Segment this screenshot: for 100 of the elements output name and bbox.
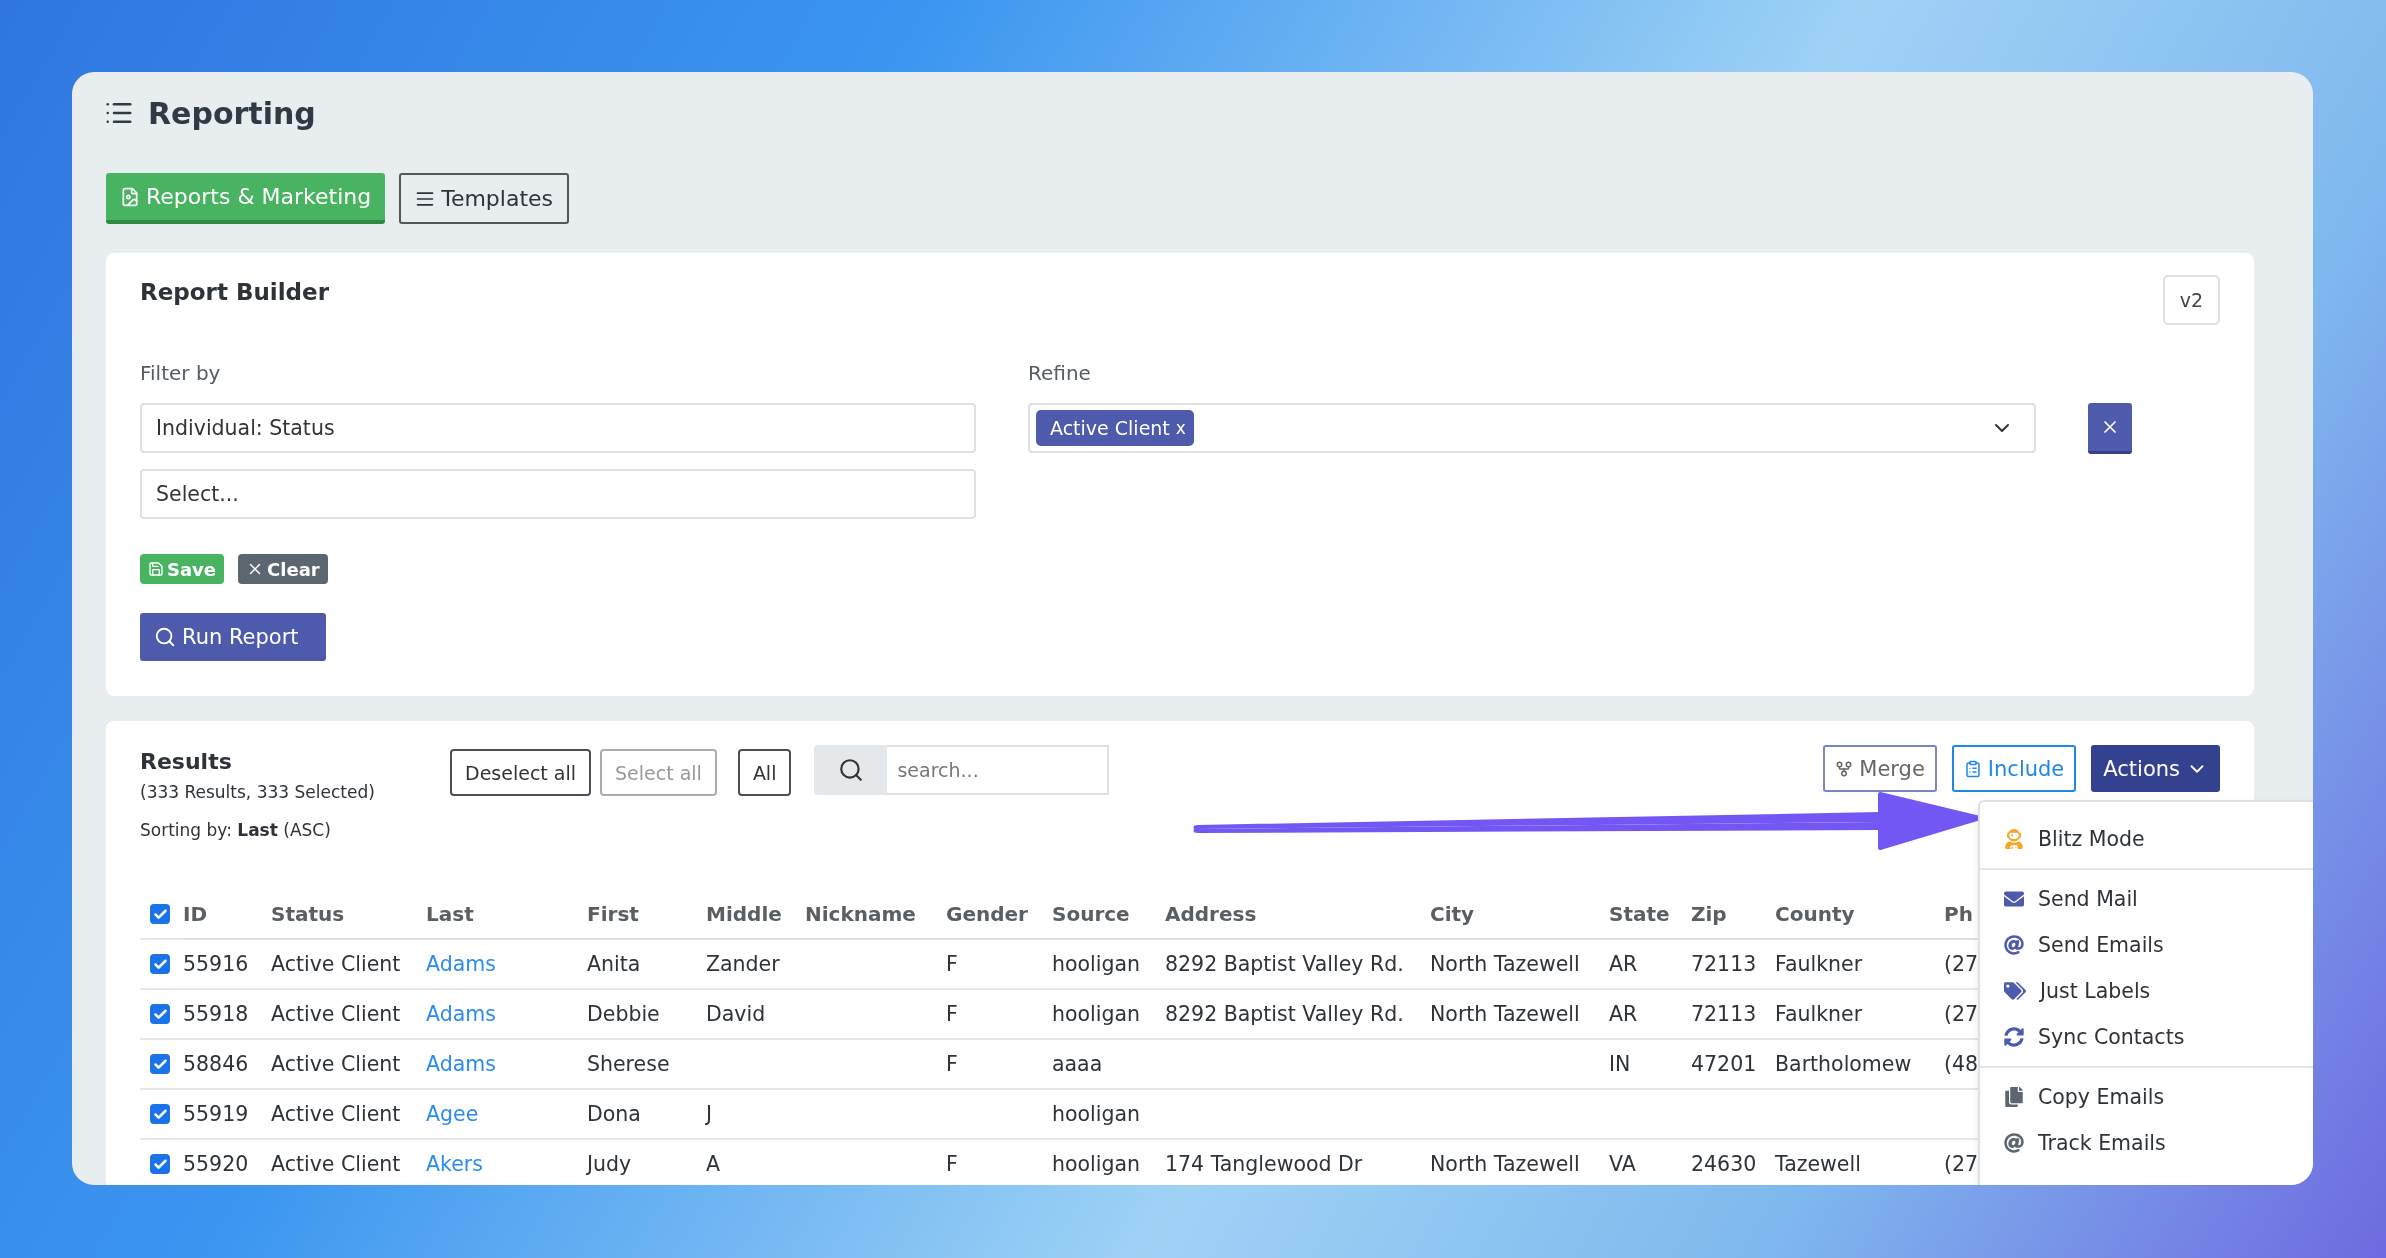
check-icon — [152, 906, 168, 922]
table-cell: Active Client — [271, 1140, 426, 1185]
results-title: Results — [140, 749, 233, 774]
table-cell: F — [946, 990, 1052, 1040]
table-cell: 55920 — [183, 1140, 271, 1185]
table-cell: F — [946, 1040, 1052, 1090]
person-icon — [2004, 829, 2024, 849]
menu-item[interactable]: Blitz Mode — [1980, 816, 2313, 862]
check-icon — [152, 1056, 168, 1072]
column-header[interactable]: Middle — [706, 890, 805, 940]
table-cell: Tazewell — [1775, 1140, 1944, 1185]
menu-item-label: Track Emails — [2038, 1131, 2166, 1155]
column-header[interactable]: First — [587, 890, 706, 940]
table-cell: 174 Tanglewood Dr — [1165, 1140, 1430, 1185]
table-cell: J — [706, 1090, 805, 1140]
name-link[interactable]: Akers — [426, 1140, 587, 1185]
sorting-text: Sorting by: Last (ASC) — [140, 820, 332, 840]
menu-item[interactable]: Send Mail — [1980, 876, 2313, 922]
column-header[interactable]: Source — [1052, 890, 1165, 940]
column-header[interactable]: County — [1775, 890, 1944, 940]
table-cell: IN — [1609, 1040, 1691, 1090]
search-icon — [154, 626, 176, 648]
table-cell: Active Client — [271, 990, 426, 1040]
column-header[interactable]: Last — [426, 890, 587, 940]
table-cell: 8292 Baptist Valley Rd. — [1165, 990, 1430, 1040]
actions-button[interactable]: Actions — [2091, 745, 2220, 792]
table-cell: aaaa — [1052, 1040, 1165, 1090]
table-cell: North Tazewell — [1430, 990, 1609, 1040]
name-link[interactable]: Adams — [426, 940, 587, 990]
tag-remove[interactable]: x — [1175, 418, 1186, 438]
table-cell: VA — [1609, 1140, 1691, 1185]
column-header[interactable]: State — [1609, 890, 1691, 940]
column-header[interactable]: Gender — [946, 890, 1052, 940]
table-cell: David — [706, 990, 805, 1040]
name-link[interactable]: Adams — [426, 990, 587, 1040]
page-title: Reporting — [148, 95, 316, 131]
checkbox[interactable] — [150, 1104, 170, 1124]
checkbox[interactable] — [150, 1154, 170, 1174]
table-cell: hooligan — [1052, 990, 1165, 1040]
table-cell: hooligan — [1052, 940, 1165, 990]
table-cell: 8292 Baptist Valley Rd. — [1165, 940, 1430, 990]
name-link[interactable]: Agee — [426, 1090, 587, 1140]
table-cell: Judy — [587, 1140, 706, 1185]
filter-field[interactable]: Individual: Status — [140, 403, 976, 453]
merge-button[interactable]: Merge — [1823, 745, 1937, 792]
selection-button[interactable]: All — [737, 749, 792, 796]
table-cell: Anita — [587, 940, 706, 990]
checkbox[interactable] — [150, 954, 170, 974]
table-cell: 24630 — [1691, 1140, 1775, 1185]
table-cell: 72113 — [1691, 940, 1775, 990]
table-cell: Debbie — [587, 990, 706, 1040]
include-button[interactable]: Include — [1951, 745, 2077, 792]
at-sign-icon — [2004, 1133, 2024, 1153]
column-header[interactable]: Nickname — [805, 890, 946, 940]
tab[interactable]: Templates — [399, 173, 570, 224]
menu-item-label: Blitz Mode — [2038, 827, 2145, 851]
save-icon — [148, 561, 164, 577]
table-cell: North Tazewell — [1430, 1140, 1609, 1185]
refine-select[interactable]: Active Client x — [1028, 403, 2036, 453]
table-cell: hooligan — [1052, 1090, 1165, 1140]
menu-item[interactable]: Track Emails — [1980, 1120, 2313, 1166]
table-cell: Sherese — [587, 1040, 706, 1090]
menu-item-label: Send Mail — [2038, 887, 2138, 911]
name-link[interactable]: Adams — [426, 1040, 587, 1090]
table-cell: Faulkner — [1775, 990, 1944, 1040]
check-icon — [152, 1006, 168, 1022]
copy-icon — [2004, 1087, 2024, 1107]
document-icon — [120, 186, 140, 207]
version-button[interactable]: v2 — [2163, 275, 2220, 325]
close-button[interactable] — [2088, 403, 2132, 454]
table-cell: Active Client — [271, 940, 426, 990]
clipboard-icon — [1963, 759, 1982, 778]
results-count: (333 Results, 333 Selected) — [140, 782, 376, 802]
selection-button[interactable]: Deselect all — [450, 749, 591, 796]
table-cell: AR — [1609, 990, 1691, 1040]
check-icon — [152, 1156, 168, 1172]
select-field[interactable]: Select... — [140, 469, 976, 519]
table-cell: Zander — [706, 940, 805, 990]
table-cell: F — [946, 1140, 1052, 1185]
field-label: Filter by — [140, 361, 222, 387]
tag-label: Active Client — [1050, 417, 1170, 439]
checkbox[interactable] — [150, 1004, 170, 1024]
table-cell: 55918 — [183, 990, 271, 1040]
column-header[interactable]: ID — [183, 890, 271, 940]
checkbox[interactable] — [150, 904, 170, 924]
column-header[interactable]: Status — [271, 890, 426, 940]
table-cell: 72113 — [1691, 990, 1775, 1040]
search-icon — [837, 757, 864, 783]
column-header[interactable]: Address — [1165, 890, 1430, 940]
field-label: Refine — [1028, 361, 1092, 387]
checkbox[interactable] — [150, 1054, 170, 1074]
table-cell: Bartholomew — [1775, 1040, 1944, 1090]
check-icon — [152, 1106, 168, 1122]
at-sign-icon — [2004, 935, 2024, 955]
column-header[interactable]: Zip — [1691, 890, 1775, 940]
tags-icon — [2004, 980, 2026, 1002]
clear-button[interactable]: Clear — [238, 554, 328, 584]
column-header[interactable]: City — [1430, 890, 1609, 940]
table-cell: Faulkner — [1775, 940, 1944, 990]
run-report-button[interactable]: Run Report — [140, 613, 326, 661]
